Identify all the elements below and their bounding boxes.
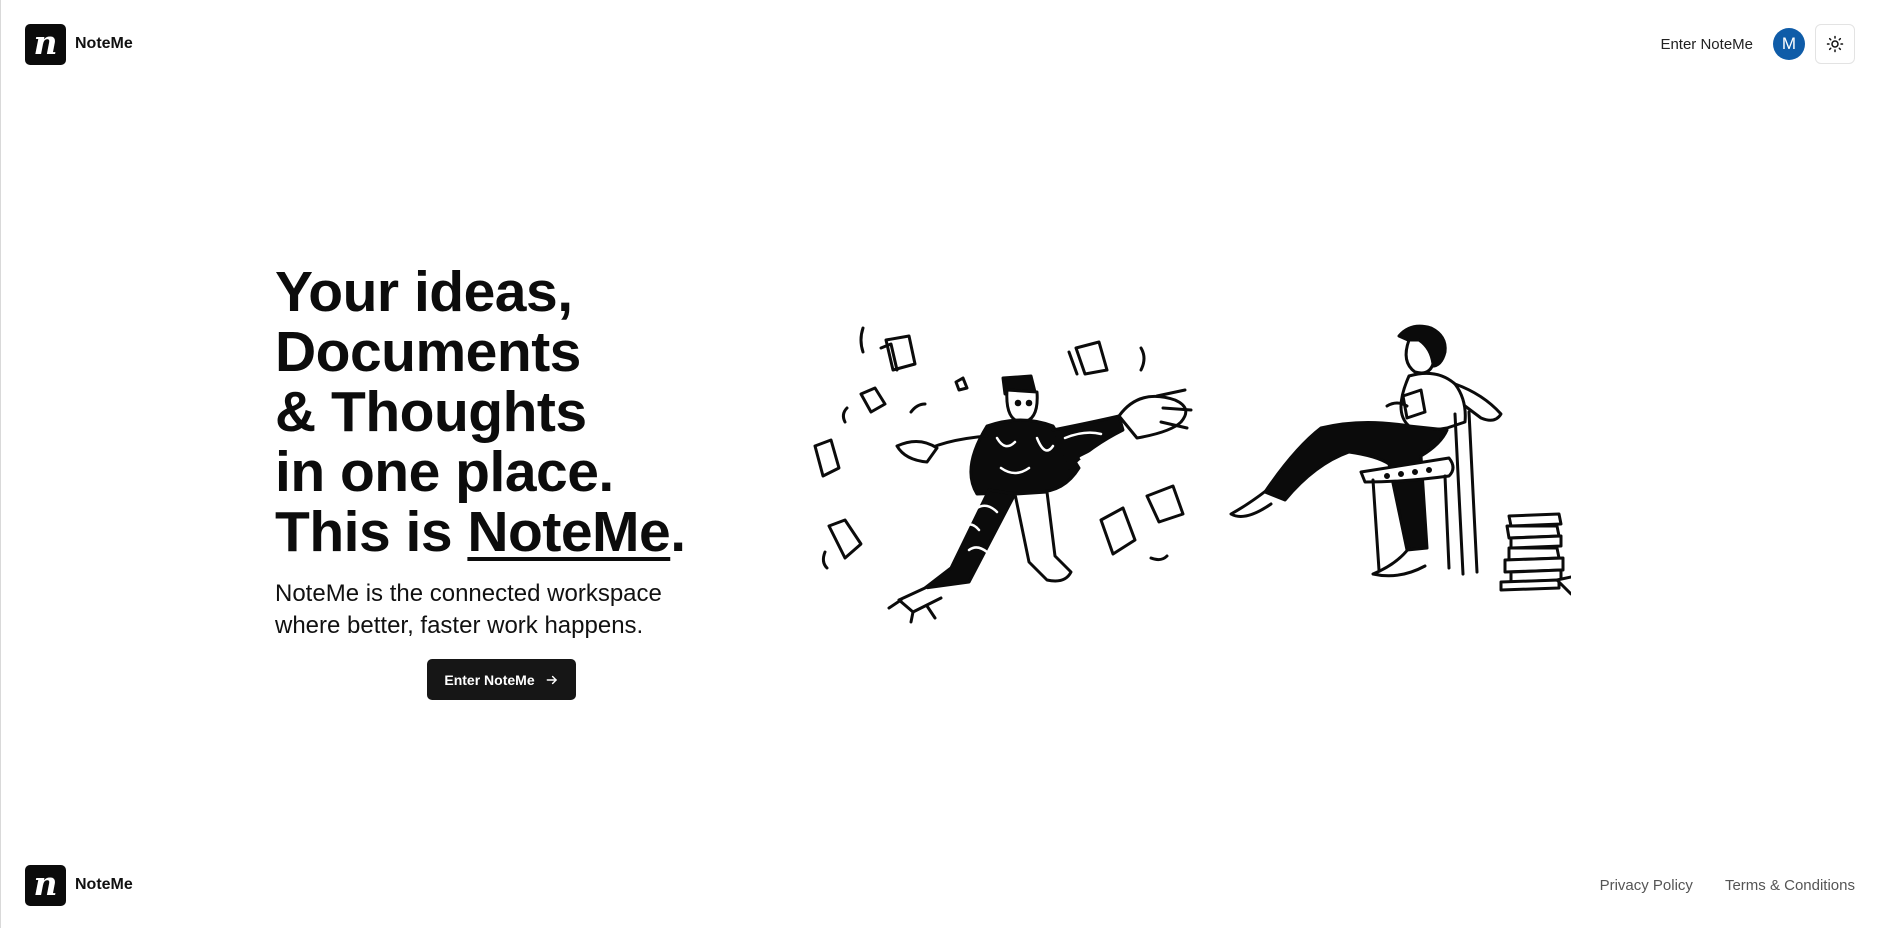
- privacy-policy-link[interactable]: Privacy Policy: [1600, 877, 1693, 894]
- hero-subtitle: NoteMe is the connected workspace where …: [275, 578, 775, 642]
- brand-name: NoteMe: [75, 35, 133, 52]
- headline-line: in one place.: [275, 440, 614, 504]
- headline-line-last: This is NoteMe.: [275, 502, 775, 562]
- user-avatar[interactable]: M: [1773, 28, 1805, 60]
- footer-brand-name: NoteMe: [75, 876, 133, 893]
- noteme-logo-icon: n: [25, 863, 66, 906]
- headline-prefix: This is: [275, 500, 468, 564]
- subtitle-line: where better, faster work happens.: [275, 612, 644, 639]
- footer: n NoteMe Privacy Policy Terms & Conditio…: [1, 842, 1879, 928]
- cta-label: Enter NoteMe: [444, 671, 535, 688]
- headline-line: Documents: [275, 320, 581, 384]
- brand[interactable]: n NoteMe: [25, 22, 133, 65]
- theme-toggle-button[interactable]: [1815, 24, 1855, 64]
- logo-letter: n: [33, 22, 58, 62]
- footer-brand[interactable]: n NoteMe: [25, 863, 133, 906]
- terms-conditions-link[interactable]: Terms & Conditions: [1725, 877, 1855, 894]
- subtitle-line: NoteMe is the connected workspace: [275, 580, 662, 607]
- hero-section: Your ideas, Documents & Thoughts in one …: [275, 262, 775, 642]
- arrow-right-icon: [546, 675, 557, 684]
- footer-links: Privacy Policy Terms & Conditions: [1600, 877, 1855, 894]
- enter-noteme-button[interactable]: Enter NoteMe: [427, 659, 576, 700]
- sun-icon: [1826, 35, 1844, 53]
- headline-line: Your ideas,: [275, 260, 573, 324]
- headline-brand: NoteMe: [467, 500, 671, 564]
- headline-line: & Thoughts: [275, 380, 587, 444]
- header-actions: Enter NoteMe M: [1660, 24, 1855, 64]
- noteme-logo-icon: n: [25, 22, 66, 65]
- running-person-illustration: [813, 326, 1193, 624]
- avatar-initial: M: [1781, 34, 1797, 53]
- hero-headline: Your ideas, Documents & Thoughts in one …: [275, 262, 775, 562]
- landing-page: n NoteMe Enter NoteMe M Your ideas, Docu…: [0, 0, 1879, 928]
- top-navbar: n NoteMe Enter NoteMe M: [1, 0, 1879, 88]
- hero-illustration: [813, 324, 1571, 624]
- logo-letter: n: [33, 863, 58, 903]
- enter-noteme-link[interactable]: Enter NoteMe: [1660, 36, 1753, 53]
- reading-person-illustration: [1229, 324, 1571, 596]
- headline-suffix: .: [670, 500, 686, 564]
